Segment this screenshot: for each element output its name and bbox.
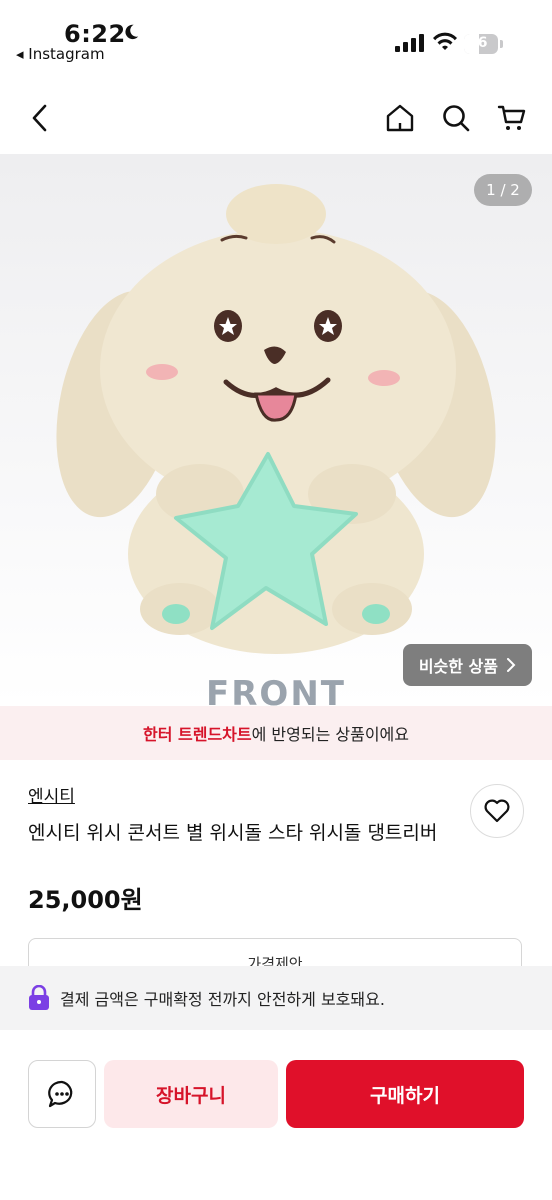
safe-payment-text: 결제 금액은 구매확정 전까지 안전하게 보호돼요. <box>60 990 385 1009</box>
wishlist-button[interactable] <box>470 784 524 838</box>
clock: 6:22 <box>64 20 126 48</box>
image-counter: 1 / 2 <box>474 174 532 206</box>
search-button[interactable] <box>438 100 474 136</box>
signal-icon <box>395 34 424 52</box>
back-to-app-link[interactable]: ◂ Instagram <box>16 45 105 63</box>
battery-indicator: 26 <box>464 34 504 54</box>
bottom-action-bar: 장바구니 구매하기 <box>0 1030 552 1200</box>
chevron-right-icon <box>507 658 516 672</box>
similar-products-button[interactable]: 비슷한 상품 <box>402 644 532 686</box>
search-icon <box>443 105 470 132</box>
chevron-left-icon <box>32 104 47 132</box>
chat-button[interactable] <box>28 1060 96 1128</box>
cart-icon <box>497 105 526 130</box>
product-image-gallery[interactable]: 1 / 2 FRONT 비슷한 상품 <box>0 154 552 706</box>
product-price: 25,000원 <box>28 886 143 914</box>
home-button[interactable] <box>382 100 418 136</box>
status-bar: 6:22 ◂ Instagram 26 <box>0 0 552 80</box>
cart-button[interactable] <box>494 100 530 136</box>
back-button[interactable] <box>22 100 58 136</box>
safe-payment-notice: 결제 금액은 구매확정 전까지 안전하게 보호돼요. <box>0 966 552 1030</box>
similar-products-label: 비슷한 상품 <box>418 657 498 676</box>
chat-icon <box>48 1080 73 1108</box>
product-title: 엔시티 위시 콘서트 별 위시돌 스타 위시돌 댕트리버 <box>28 822 438 844</box>
trend-chart-text: 에 반영되는 상품이에요 <box>251 725 409 744</box>
buy-now-button[interactable]: 구매하기 <box>286 1060 524 1128</box>
add-to-cart-button[interactable]: 장바구니 <box>104 1060 278 1128</box>
heart-icon <box>484 799 510 823</box>
trend-chart-highlight: 한터 트렌드차트 <box>143 725 252 744</box>
plush-toy-image <box>56 184 496 654</box>
lock-icon <box>29 985 49 1010</box>
brand-link[interactable]: 엔시티 <box>28 782 75 807</box>
top-nav <box>0 82 552 154</box>
home-icon <box>386 104 414 132</box>
trend-chart-banner[interactable]: 한터 트렌드차트 에 반영되는 상품이에요 <box>0 706 552 760</box>
moon-icon <box>122 22 140 46</box>
wifi-icon <box>433 32 457 50</box>
